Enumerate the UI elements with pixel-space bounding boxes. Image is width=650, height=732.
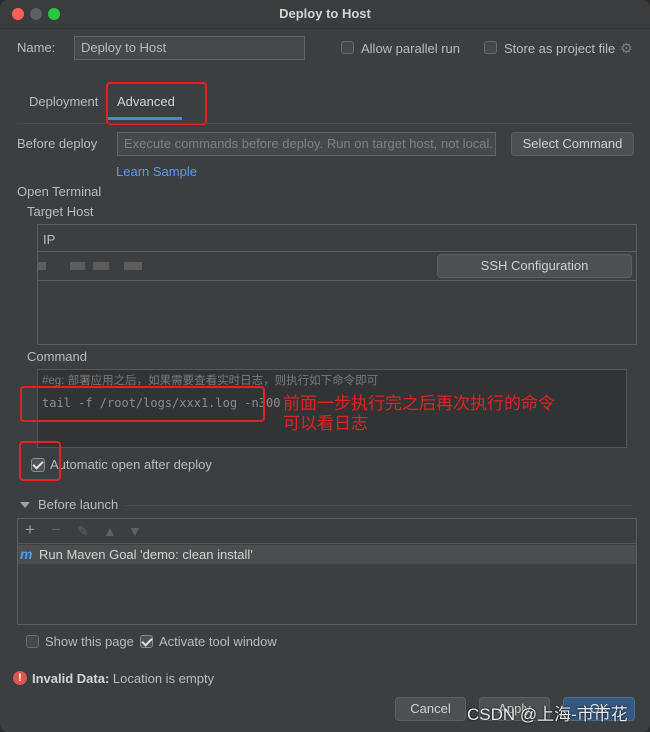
- move-down-icon[interactable]: ▼: [128, 524, 142, 538]
- annotation-box-advanced-tab: [106, 82, 207, 125]
- edit-icon[interactable]: ✎: [77, 524, 89, 538]
- store-project-checkbox[interactable]: [484, 41, 497, 54]
- table-row[interactable]: SSH Configuration: [38, 252, 636, 281]
- error-title: Invalid Data:: [32, 671, 110, 686]
- learn-sample-link[interactable]: Learn Sample: [116, 164, 197, 179]
- command-label: Command: [27, 349, 87, 364]
- gear-icon[interactable]: ⚙: [620, 41, 634, 55]
- name-field[interactable]: Deploy to Host: [74, 36, 305, 60]
- add-icon[interactable]: +: [25, 521, 35, 538]
- collapse-arrow-icon[interactable]: [20, 502, 30, 508]
- window-title: Deploy to Host: [279, 6, 371, 21]
- before-launch-divider: [125, 505, 633, 506]
- redacted-ip: [38, 262, 46, 270]
- allow-parallel-checkbox[interactable]: [341, 41, 354, 54]
- deploy-dialog: Deploy to Host Name: Deploy to Host Allo…: [0, 0, 650, 732]
- show-page-checkbox[interactable]: [26, 635, 39, 648]
- tab-deployment[interactable]: Deployment: [29, 94, 98, 109]
- table-header: IP: [38, 225, 636, 252]
- ip-column-header: IP: [43, 232, 56, 247]
- allow-parallel-label: Allow parallel run: [361, 41, 460, 56]
- redacted-ip: [124, 262, 142, 270]
- tabs-divider: [17, 123, 633, 124]
- open-terminal-label: Open Terminal: [17, 184, 102, 199]
- target-host-label: Target Host: [27, 204, 94, 219]
- list-item[interactable]: m Run Maven Goal 'demo: clean install': [18, 545, 636, 564]
- before-deploy-input[interactable]: Execute commands before deploy. Run on t…: [117, 132, 496, 156]
- before-launch-label: Before launch: [38, 497, 119, 512]
- title-bar: Deploy to Host: [0, 0, 650, 29]
- annotation-box-command: [20, 386, 265, 422]
- name-label: Name:: [17, 40, 56, 55]
- remove-icon[interactable]: −: [51, 521, 61, 538]
- launch-item-label: Run Maven Goal 'demo: clean install': [39, 547, 253, 562]
- show-page-label: Show this page: [45, 634, 134, 649]
- redacted-ip: [93, 262, 109, 270]
- watermark: CSDN @上海-市市花: [467, 705, 628, 724]
- activate-tool-label: Activate tool window: [159, 634, 277, 649]
- toolbar-divider: [18, 543, 636, 544]
- annotation-text-line1: 前面一步执行完之后再次执行的命令: [283, 394, 555, 413]
- auto-open-label: Automatic open after deploy: [50, 457, 212, 472]
- maven-icon: m: [20, 546, 33, 562]
- target-host-table: IP SSH Configuration: [37, 224, 637, 345]
- store-project-label: Store as project file: [504, 41, 616, 56]
- error-text: Invalid Data: Location is empty: [32, 671, 214, 686]
- error-message: Location is empty: [112, 671, 215, 686]
- cancel-button[interactable]: Cancel: [395, 697, 466, 721]
- move-up-icon[interactable]: ▲: [103, 524, 117, 538]
- before-deploy-label: Before deploy: [17, 136, 98, 151]
- annotation-box-checkbox: [19, 441, 61, 481]
- activate-tool-checkbox[interactable]: [140, 635, 153, 648]
- annotation-text-line2: 可以看日志: [283, 414, 368, 433]
- ssh-configuration-button[interactable]: SSH Configuration: [437, 254, 632, 278]
- error-icon: !: [13, 671, 27, 685]
- redacted-ip: [70, 262, 85, 270]
- select-command-button[interactable]: Select Command: [511, 132, 634, 156]
